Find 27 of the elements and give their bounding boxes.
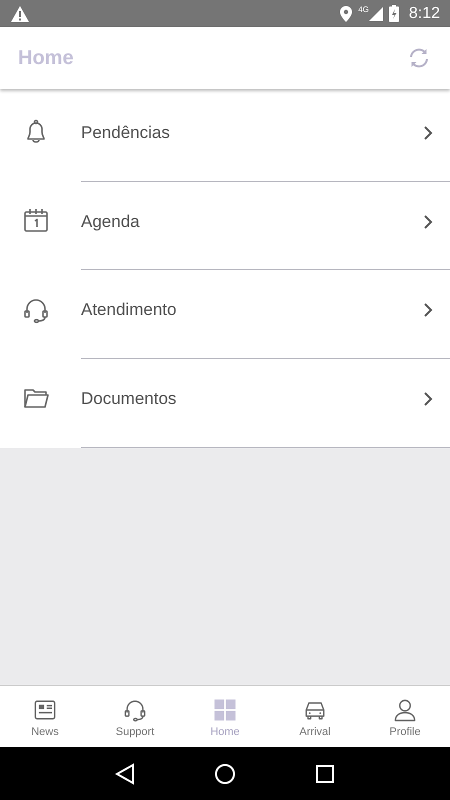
- network-label: 4G: [358, 5, 369, 14]
- menu-item[interactable]: Agenda: [0, 182, 450, 270]
- back-icon[interactable]: [114, 762, 135, 784]
- menu-label: Pendências: [81, 122, 170, 143]
- chevron-icon: [423, 214, 433, 230]
- chevron-icon: [423, 390, 433, 407]
- tab[interactable]: News: [0, 686, 90, 747]
- menu-label: Documentos: [81, 388, 176, 409]
- tab[interactable]: Support: [90, 686, 180, 747]
- warning-icon: [10, 4, 30, 22]
- tab[interactable]: Home: [180, 686, 270, 747]
- page-title: Home: [18, 46, 74, 70]
- chevron-icon: [423, 124, 433, 141]
- menu-item[interactable]: Atendimento: [0, 270, 450, 360]
- tab[interactable]: Arrival: [270, 686, 360, 747]
- menu-item[interactable]: Pendências: [0, 93, 450, 182]
- recents-icon[interactable]: [315, 764, 336, 784]
- signal-icon: [368, 6, 383, 20]
- menu-label: Agenda: [81, 212, 140, 232]
- battery-icon: [388, 5, 399, 22]
- menu-label: Atendimento: [81, 300, 176, 320]
- menu-item[interactable]: Documentos: [0, 359, 450, 448]
- chevron-icon: [423, 302, 433, 318]
- location-icon: [340, 6, 352, 22]
- clock: 8:12: [408, 4, 440, 22]
- tab[interactable]: Profile: [360, 686, 450, 747]
- home-circle-icon[interactable]: [214, 762, 236, 784]
